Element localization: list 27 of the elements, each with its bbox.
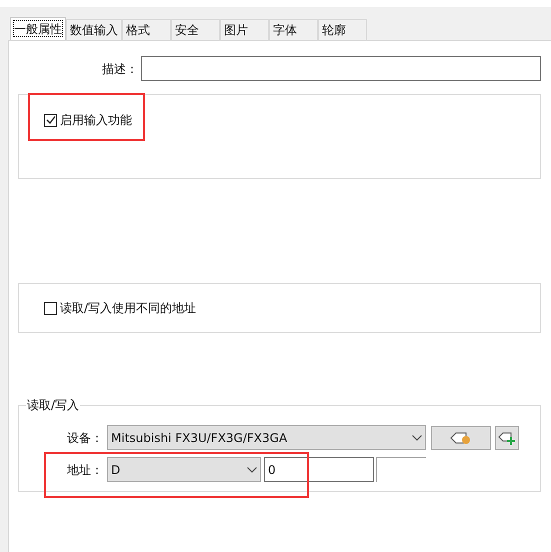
address-field[interactable]: 0 — [264, 457, 374, 482]
device-dropdown[interactable]: Mitsubishi FX3U/FX3G/FX3GA — [107, 425, 426, 450]
description-label: 描述： — [101, 60, 139, 78]
tab[interactable]: 轮廓 — [318, 19, 367, 40]
group-title: 读取/写入 — [26, 397, 80, 413]
tab[interactable]: 格式 — [122, 19, 171, 40]
tab[interactable]: 安全 — [171, 19, 220, 40]
caret-icon — [247, 466, 257, 472]
enable-input-option[interactable]: 启用输入功能 — [44, 111, 540, 129]
tab[interactable]: 字体 — [269, 19, 318, 40]
add-tag-icon — [498, 430, 516, 444]
tab[interactable]: 图片 — [220, 19, 269, 40]
tab[interactable]: 一般属性 — [10, 17, 66, 40]
checkbox[interactable] — [44, 114, 57, 126]
tag-icon — [450, 430, 472, 444]
address-extra-field[interactable] — [376, 457, 426, 482]
description-field[interactable] — [141, 56, 541, 81]
address-type-dropdown[interactable]: D — [107, 457, 261, 482]
add-tag-button[interactable] — [495, 426, 519, 450]
different-addresses-option[interactable]: 读取/写入使用不同的地址 — [44, 299, 196, 317]
address-label: 地址： — [66, 462, 104, 478]
caret-icon — [412, 434, 422, 440]
tab[interactable]: 数值输入 — [66, 19, 122, 40]
checkbox[interactable] — [44, 302, 57, 314]
device-label: 设备： — [66, 430, 104, 446]
tag-button[interactable] — [431, 426, 491, 450]
check-icon — [46, 115, 56, 125]
